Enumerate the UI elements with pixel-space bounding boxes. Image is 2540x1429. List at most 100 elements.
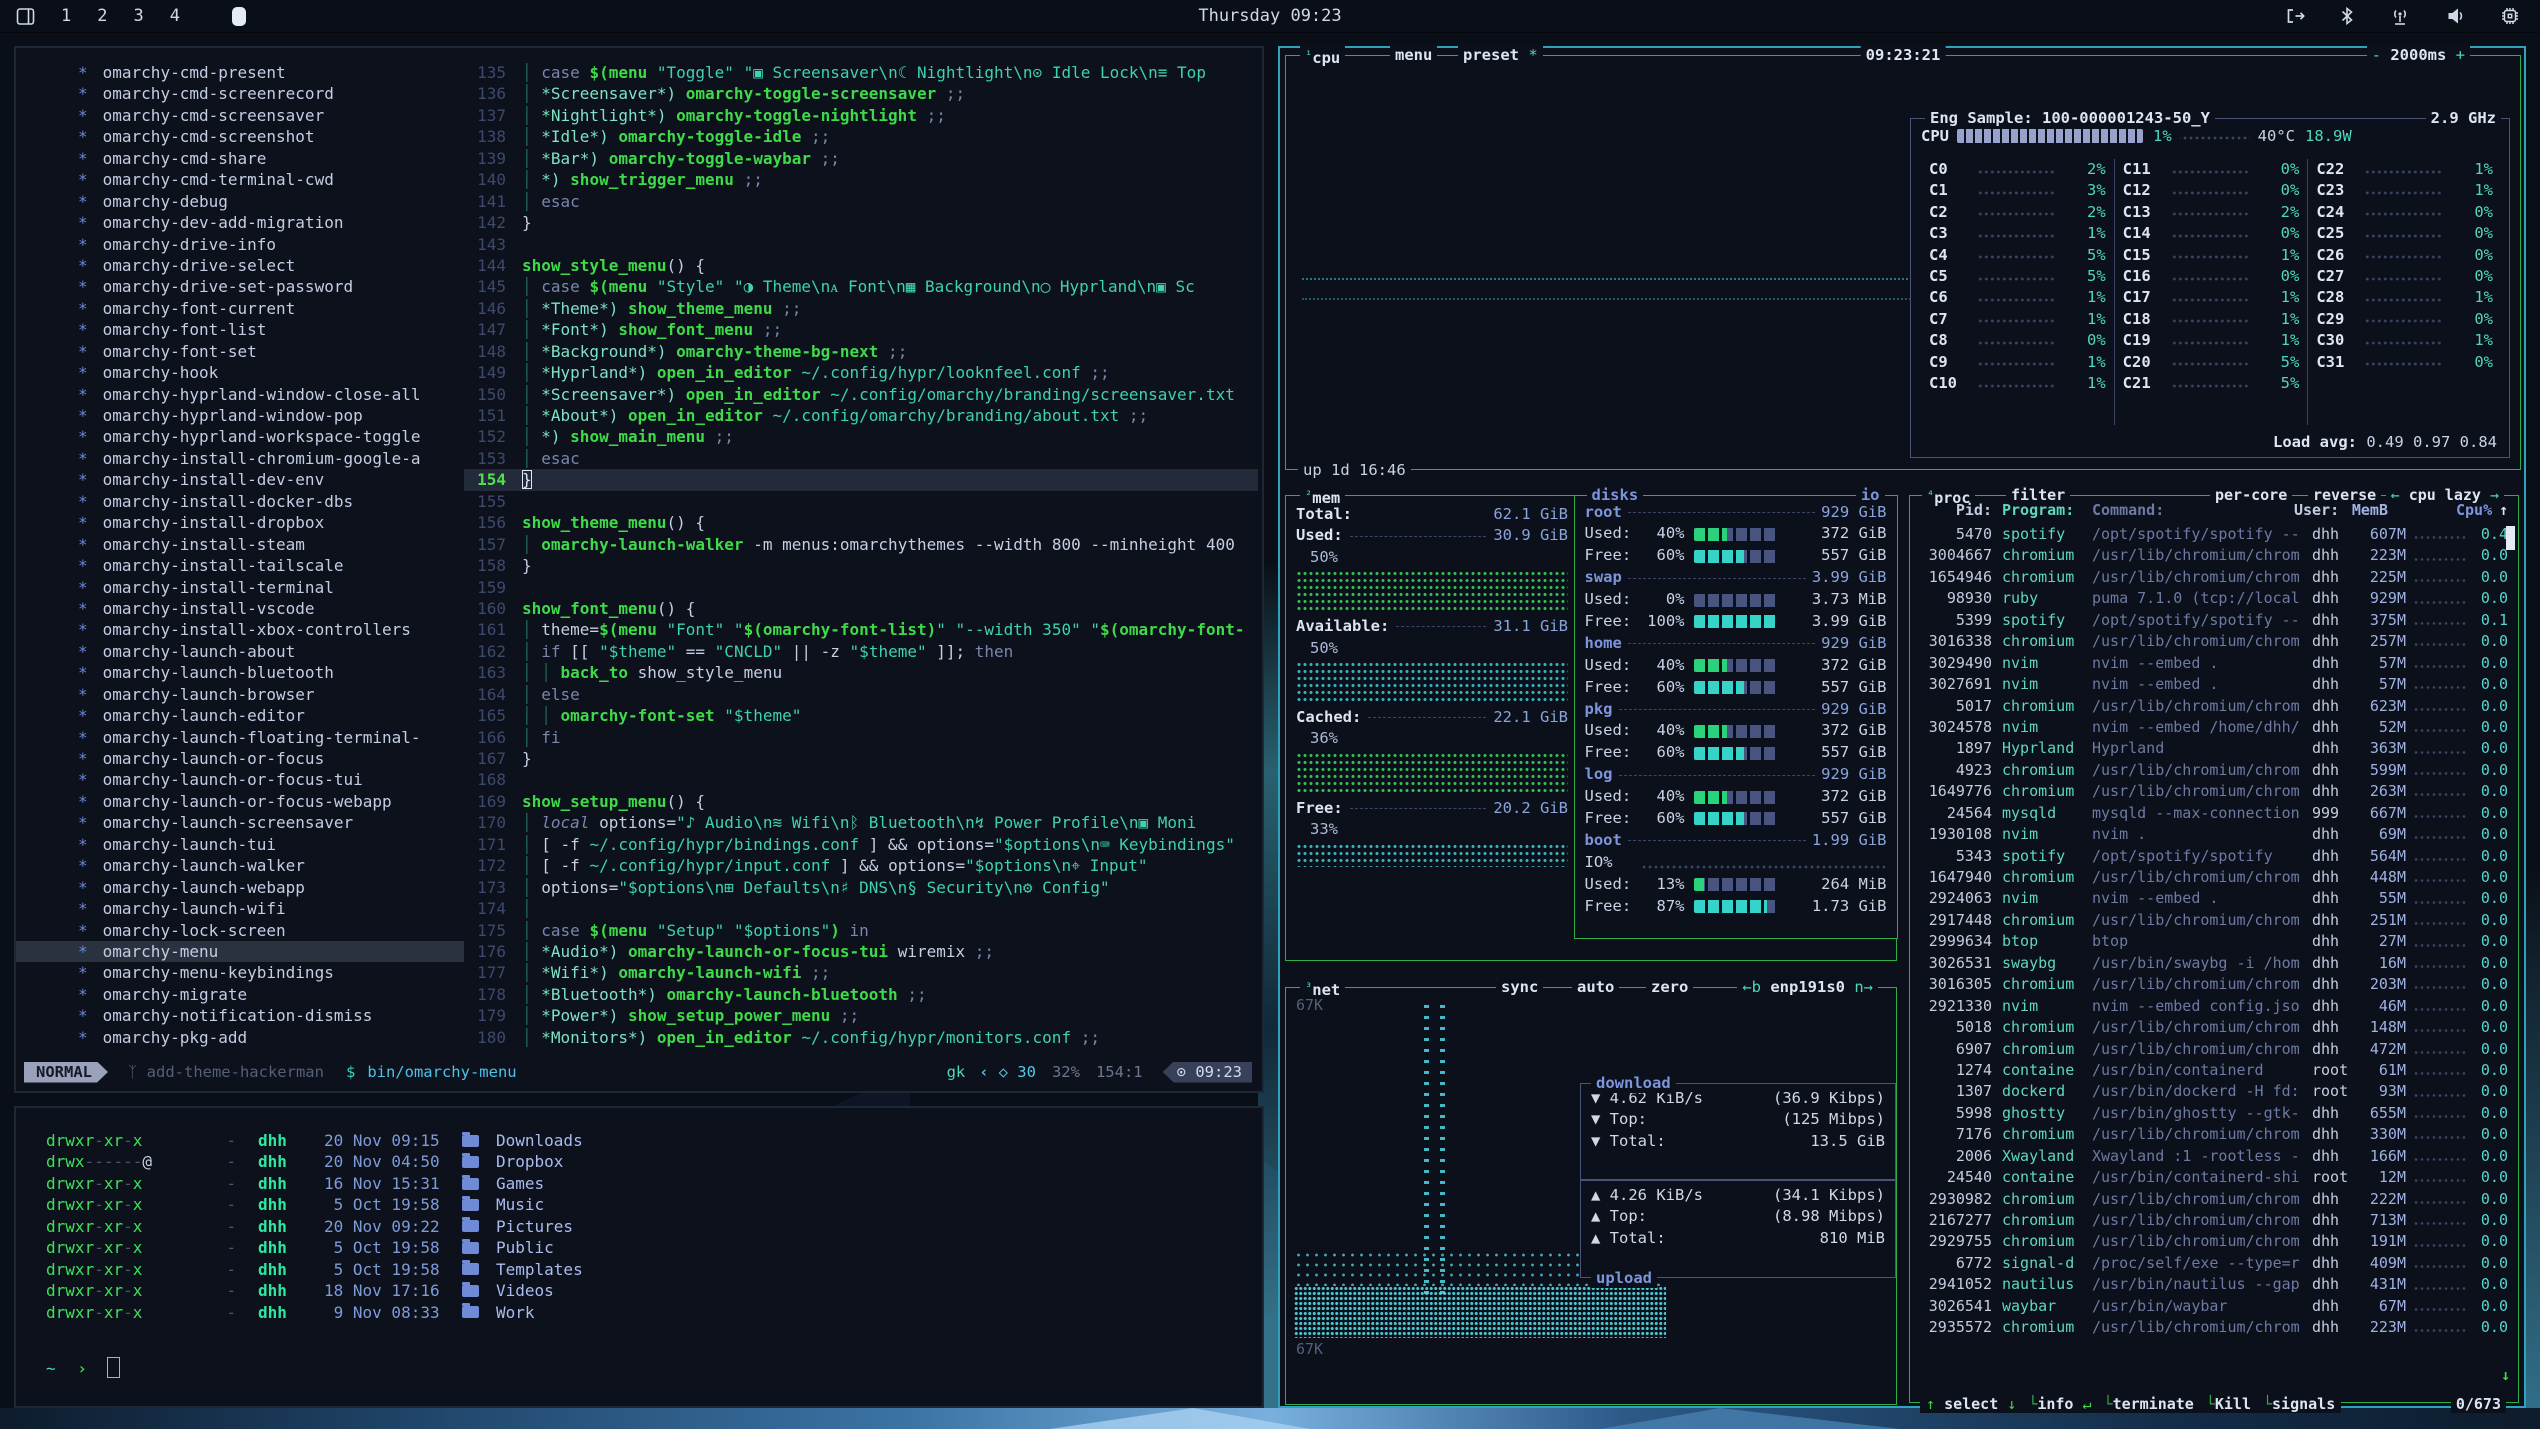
proc-row[interactable]: 5017chromium/usr/lib/chromium/chromdhh62… [1918,696,2508,717]
proc-row[interactable]: 5998ghostty/usr/bin/ghostty --gtk-dhh655… [1918,1103,2508,1124]
proc-row[interactable]: 2924063nvimnvim --embed .dhh55M0.0 [1918,888,2508,909]
file-item[interactable]: *omarchy-install-dev-env [16,469,464,490]
file-item[interactable]: *omarchy-cmd-terminal-cwd [16,169,464,190]
file-item[interactable]: *omarchy-drive-info [16,234,464,255]
proc-row[interactable]: 2929755chromium/usr/lib/chromium/chromdh… [1918,1231,2508,1252]
file-item[interactable]: *omarchy-launch-walker [16,855,464,876]
file-item[interactable]: *omarchy-launch-editor [16,705,464,726]
proc-row[interactable]: 3027691nvimnvim --embed .dhh57M0.0 [1918,674,2508,695]
workspace-1[interactable]: 1 [61,6,71,26]
footer-hint[interactable]: └terminate [2098,1395,2200,1413]
file-item[interactable]: *omarchy-cmd-share [16,148,464,169]
file-item[interactable]: *omarchy-launch-about [16,641,464,662]
file-item[interactable]: *omarchy-hyprland-window-pop [16,405,464,426]
proc-row[interactable]: 3029490nvimnvim --embed .dhh57M0.0 [1918,653,2508,674]
proc-row[interactable]: 3024578nvimnvim --embed /home/dhh/dhh52M… [1918,717,2508,738]
proc-row[interactable]: 24540containe/usr/bin/containerd-shiroot… [1918,1167,2508,1188]
workspace-4[interactable]: 4 [170,6,180,26]
file-item[interactable]: *omarchy-launch-or-focus-webapp [16,791,464,812]
volume-icon[interactable] [2446,6,2466,26]
sync-button[interactable]: sync [1496,977,1543,997]
update-interval[interactable]: - 2000ms + [2367,45,2470,65]
file-item[interactable]: *omarchy-launch-tui [16,834,464,855]
process-table-header[interactable]: Pid: Program: Command: User: MemB Cpu% ↑ [1918,501,2508,519]
shell-prompt[interactable]: ~ › [46,1357,120,1378]
file-item[interactable]: *omarchy-notification-dismiss [16,1005,464,1026]
network-icon[interactable] [2388,6,2412,26]
proc-row[interactable]: 1274containe/usr/bin/containerdroot61M0.… [1918,1060,2508,1081]
file-item[interactable]: *omarchy-cmd-present [16,62,464,83]
proc-row[interactable]: 2941052nautilus/usr/bin/nautilus --gapdh… [1918,1274,2508,1295]
proc-row[interactable]: 2917448chromium/usr/lib/chromium/chromdh… [1918,910,2508,931]
file-item[interactable]: *omarchy-launch-wifi [16,898,464,919]
proc-row[interactable]: 1649776chromium/usr/lib/chromium/chromdh… [1918,781,2508,802]
proc-scrollbar[interactable] [2506,526,2515,550]
file-item[interactable]: *omarchy-install-vscode [16,598,464,619]
proc-row[interactable]: 3004667chromium/usr/lib/chromium/chromdh… [1918,545,2508,566]
footer-hint[interactable]: └info ↵ [2022,1395,2097,1413]
proc-row[interactable]: 6907chromium/usr/lib/chromium/chromdhh47… [1918,1039,2508,1060]
file-item[interactable]: *omarchy-install-dropbox [16,512,464,533]
footer-hint[interactable]: └Kill [2200,1395,2257,1413]
file-item[interactable]: *omarchy-install-chromium-google-a [16,448,464,469]
zero-button[interactable]: zero [1646,977,1693,997]
proc-row[interactable]: 1647940chromium/usr/lib/chromium/chromdh… [1918,867,2508,888]
logout-icon[interactable] [2284,6,2306,26]
btop-window[interactable]: ¹cpu menu preset * 09:23:21 - 2000ms + u… [1278,46,2526,1408]
file-item[interactable]: *omarchy-hook [16,362,464,383]
proc-row[interactable]: 5399spotify/opt/spotify/spotify --dhh375… [1918,610,2508,631]
proc-row[interactable]: 7176chromium/usr/lib/chromium/chromdhh33… [1918,1124,2508,1145]
file-item[interactable]: *omarchy-install-terminal [16,577,464,598]
file-item[interactable]: *omarchy-menu [16,941,464,962]
auto-button[interactable]: auto [1572,977,1619,997]
terminal-window[interactable]: drwxr-xr-x-dhh20 Nov 09:15Downloadsdrwx-… [14,1106,1264,1408]
file-item[interactable]: *omarchy-font-list [16,319,464,340]
proc-row[interactable]: 1897HyprlandHyprlanddhh363M0.0 [1918,738,2508,759]
editor-window[interactable]: *omarchy-cmd-present135│ case $(menu "To… [14,46,1264,1093]
file-item[interactable]: *omarchy-debug [16,191,464,212]
proc-row[interactable]: 4923chromium/usr/lib/chromium/chromdhh59… [1918,760,2508,781]
file-item[interactable]: *omarchy-install-steam [16,534,464,555]
footer-hint[interactable]: └signals [2257,1395,2341,1413]
bluetooth-icon[interactable] [2340,6,2354,26]
file-item[interactable]: *omarchy-migrate [16,984,464,1005]
file-item[interactable]: *omarchy-launch-or-focus [16,748,464,769]
footer-hint[interactable]: ↑ select ↓ [1920,1395,2022,1413]
file-item[interactable]: *omarchy-install-docker-dbs [16,491,464,512]
workspace-3[interactable]: 3 [134,6,144,26]
file-item[interactable]: *omarchy-hyprland-workspace-toggle [16,426,464,447]
proc-row[interactable]: 2930982chromium/usr/lib/chromium/chromdh… [1918,1189,2508,1210]
menu-button[interactable]: menu [1390,45,1437,65]
file-item[interactable]: *omarchy-pkg-add [16,1027,464,1048]
file-item[interactable]: *omarchy-install-xbox-controllers [16,619,464,640]
proc-row[interactable]: 1930108nvimnvim .dhh69M0.0 [1918,824,2508,845]
file-item[interactable]: *omarchy-launch-bluetooth [16,662,464,683]
proc-row[interactable]: 2167277chromium/usr/lib/chromium/chromdh… [1918,1210,2508,1231]
chip-icon[interactable] [2500,6,2520,26]
file-item[interactable]: *omarchy-hyprland-window-close-all [16,384,464,405]
proc-row[interactable]: 5470spotify/opt/spotify/spotify --dhh607… [1918,524,2508,545]
proc-row[interactable]: 2006XwaylandXwayland :1 -rootless -dhh16… [1918,1146,2508,1167]
proc-row[interactable]: 3026531swaybg/usr/bin/swaybg -i /homdhh1… [1918,953,2508,974]
file-item[interactable]: *omarchy-menu-keybindings [16,962,464,983]
file-item[interactable]: *omarchy-font-current [16,298,464,319]
proc-row[interactable]: 2935572chromium/usr/lib/chromium/chromdh… [1918,1317,2508,1338]
file-item[interactable]: *omarchy-lock-screen [16,920,464,941]
interface-selector[interactable]: ←b enp191s0 n→ [1737,977,1878,997]
proc-row[interactable]: 5018chromium/usr/lib/chromium/chromdhh14… [1918,1017,2508,1038]
file-item[interactable]: *omarchy-dev-add-migration [16,212,464,233]
proc-row[interactable]: 5343spotify/opt/spotify/spotifydhh564M0.… [1918,846,2508,867]
file-item[interactable]: *omarchy-launch-webapp [16,877,464,898]
proc-row[interactable]: 24564mysqldmysqld --max-connection999667… [1918,803,2508,824]
proc-row[interactable]: 6772signal-d/proc/self/exe --type=rdhh40… [1918,1253,2508,1274]
proc-row[interactable]: 2921330nvimnvim --embed config.jsodhh46M… [1918,996,2508,1017]
proc-row[interactable]: 1307dockerd/usr/bin/dockerd -H fd:root93… [1918,1081,2508,1102]
preset-button[interactable]: preset * [1458,45,1543,65]
file-item[interactable]: *omarchy-cmd-screenrecord [16,83,464,104]
proc-row[interactable]: 1654946chromium/usr/lib/chromium/chromdh… [1918,567,2508,588]
file-item[interactable]: *omarchy-cmd-screenshot [16,126,464,147]
proc-row[interactable]: 2999634btopbtopdhh27M0.0 [1918,931,2508,952]
file-item[interactable]: *omarchy-launch-browser [16,684,464,705]
file-item[interactable]: *omarchy-launch-screensaver [16,812,464,833]
active-workspace-indicator[interactable] [232,7,246,26]
